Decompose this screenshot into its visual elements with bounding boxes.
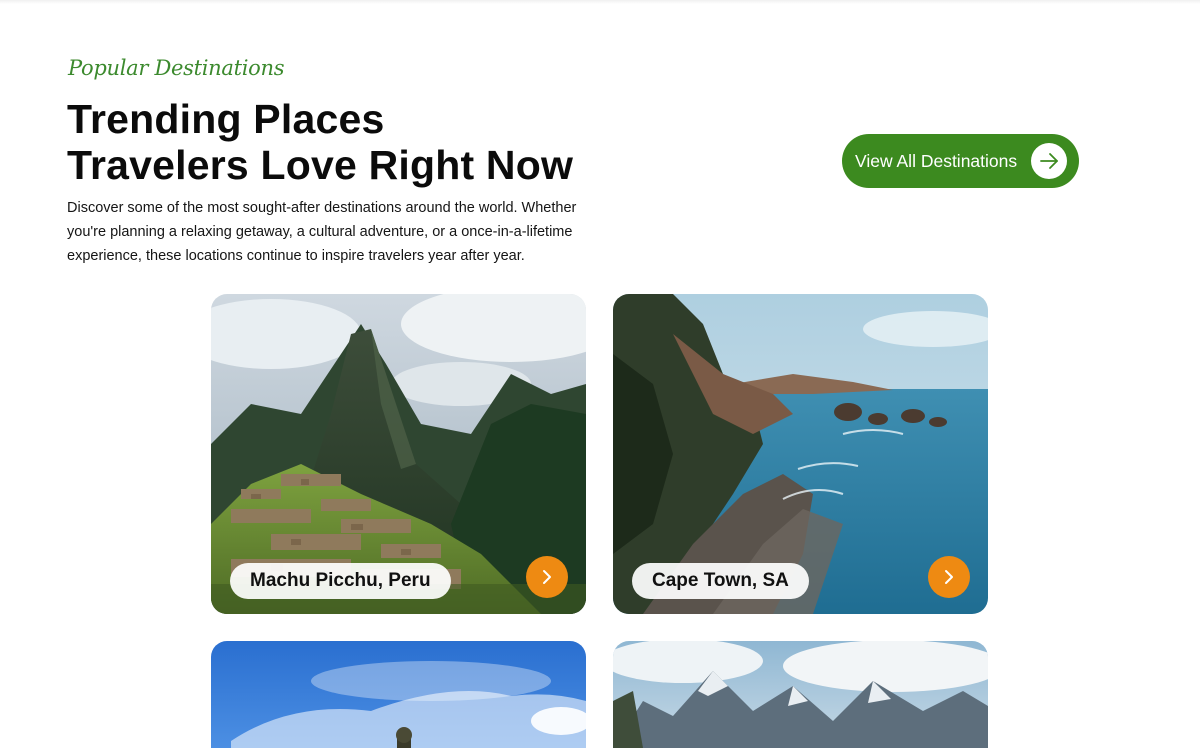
section-title-line-2: Travelers Love Right Now <box>67 142 574 188</box>
destination-card-3[interactable] <box>211 641 586 748</box>
destination-photo-4 <box>613 641 988 748</box>
destination-name: Cape Town, SA <box>632 563 809 599</box>
destination-card-machu-picchu[interactable]: Machu Picchu, Peru <box>211 294 586 614</box>
section-intro: Discover some of the most sought-after d… <box>67 200 577 264</box>
arrow-right-icon <box>1031 143 1067 179</box>
view-all-destinations-button[interactable]: View All Destinations <box>842 134 1079 188</box>
section-title-line-1: Trending Places <box>67 96 385 142</box>
destination-name: Machu Picchu, Peru <box>230 563 451 599</box>
section-title: Trending Places Travelers Love Right Now <box>67 96 687 188</box>
destination-card-cape-town[interactable]: Cape Town, SA <box>613 294 988 614</box>
section-eyebrow: Popular Destinations <box>68 56 285 80</box>
view-all-destinations-label: View All Destinations <box>855 150 1018 171</box>
chevron-right-icon[interactable] <box>526 556 568 598</box>
chevron-right-icon[interactable] <box>928 556 970 598</box>
header-shadow <box>0 0 1200 4</box>
destination-card-4[interactable] <box>613 641 988 748</box>
destination-photo-3 <box>211 641 586 748</box>
